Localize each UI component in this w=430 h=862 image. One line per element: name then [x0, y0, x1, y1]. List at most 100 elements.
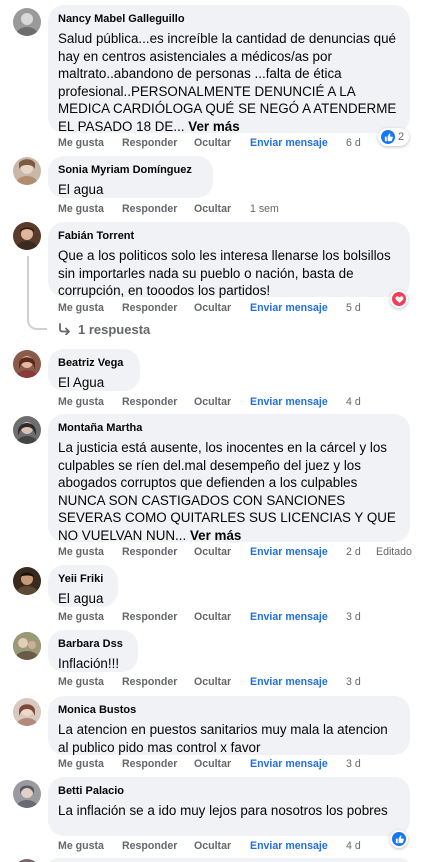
read-more-link[interactable]: Ver más [188, 119, 239, 134]
avatar[interactable] [13, 780, 41, 808]
comment-text: La inflación se a ido muy lejos para nos… [58, 803, 388, 818]
reply-button[interactable]: Responder [122, 203, 177, 215]
hide-button[interactable]: Ocultar [194, 546, 231, 558]
comment-bubble: Sonia Myriam Domínguez El agua [48, 156, 213, 198]
comment-timestamp[interactable]: 4 d [346, 840, 361, 852]
send-message-button[interactable]: Enviar mensaje [250, 546, 328, 558]
comment-timestamp[interactable]: 1 sem [250, 203, 279, 215]
comment-author[interactable]: Montaña Martha [58, 421, 400, 435]
like-button[interactable]: Me gusta [58, 840, 104, 852]
send-message-button[interactable]: Enviar mensaje [250, 840, 328, 852]
reply-button[interactable]: Responder [122, 396, 177, 408]
avatar-image [16, 422, 38, 444]
comment-timestamp[interactable]: 5 d [346, 302, 361, 314]
comment-text: Inflación!!! [58, 656, 120, 671]
avatar[interactable] [13, 350, 41, 378]
avatar[interactable] [13, 222, 41, 250]
comment-timestamp[interactable]: 4 d [346, 396, 361, 408]
reaction-count: 2 [398, 131, 405, 143]
like-button[interactable]: Me gusta [58, 203, 104, 215]
like-icon [392, 832, 406, 846]
reply-button[interactable]: Responder [122, 137, 177, 149]
avatar[interactable] [13, 632, 41, 660]
comment-author[interactable]: Sonia Myriam Domínguez [58, 163, 203, 177]
reply-button[interactable]: Responder [122, 840, 177, 852]
reply-button[interactable]: Responder [122, 758, 177, 770]
comment-text: Que a los politicos solo les interesa ll… [58, 248, 391, 298]
comment-text: La atencion en puestos sanitarios muy ma… [58, 722, 388, 755]
comment-timestamp[interactable]: 3 d [346, 758, 361, 770]
comment-author[interactable]: Monica Bustos [58, 703, 400, 717]
send-message-button[interactable]: Enviar mensaje [250, 396, 328, 408]
comment-author[interactable]: Yeii Friki [58, 572, 108, 586]
comment-timestamp[interactable]: 3 d [346, 676, 361, 688]
comment-author[interactable]: Fabián Torrent [58, 229, 400, 243]
comment-text: Salud pública...es increíble la cantidad… [58, 31, 397, 134]
comment-author[interactable]: Beatriz Vega [58, 356, 130, 370]
comment-text: El agua [58, 591, 104, 606]
comment-bubble-partial [48, 858, 410, 862]
avatar-image [16, 785, 38, 808]
like-button[interactable]: Me gusta [58, 546, 104, 558]
comment-text: El Agua [58, 375, 105, 390]
view-replies-link[interactable]: 1 respuesta [58, 322, 150, 338]
comment-bubble: Betti Palacio La inflación se a ido muy … [48, 777, 410, 836]
comment-bubble: Fabián Torrent Que a los politicos solo … [48, 222, 410, 298]
comment-bubble: Barbara Dss Inflación!!! [48, 630, 138, 672]
reaction-badge[interactable]: 2 [378, 128, 410, 146]
avatar[interactable] [13, 157, 41, 185]
avatar[interactable] [13, 698, 41, 726]
reply-button[interactable]: Responder [122, 546, 177, 558]
reply-arrow-icon [58, 323, 72, 338]
like-icon [381, 130, 395, 144]
comment-author[interactable]: Barbara Dss [58, 637, 128, 651]
reply-button[interactable]: Responder [122, 676, 177, 688]
avatar-image [16, 572, 38, 595]
avatar-image [16, 704, 38, 726]
comment-bubble: Nancy Mabel Galleguillo Salud pública...… [48, 5, 410, 134]
reaction-badge[interactable] [390, 830, 408, 848]
avatar-image [16, 13, 38, 36]
comment-author[interactable]: Nancy Mabel Galleguillo [58, 12, 400, 26]
send-message-button[interactable]: Enviar mensaje [250, 137, 328, 149]
hide-button[interactable]: Ocultar [194, 302, 231, 314]
edited-label: Editado [376, 546, 412, 558]
reaction-badge[interactable] [390, 290, 408, 308]
thread-connector [27, 256, 47, 330]
avatar[interactable] [13, 567, 41, 595]
read-more-link[interactable]: Ver más [190, 528, 241, 543]
like-button[interactable]: Me gusta [58, 137, 104, 149]
send-message-button[interactable]: Enviar mensaje [250, 758, 328, 770]
like-button[interactable]: Me gusta [58, 302, 104, 314]
send-message-button[interactable]: Enviar mensaje [250, 611, 328, 623]
avatar[interactable] [13, 8, 41, 36]
like-button[interactable]: Me gusta [58, 396, 104, 408]
avatar[interactable] [13, 416, 41, 444]
comment-bubble: Monica Bustos La atencion en puestos san… [48, 696, 410, 755]
comment-timestamp[interactable]: 2 d [346, 546, 361, 558]
like-button[interactable]: Me gusta [58, 676, 104, 688]
avatar-image [16, 356, 38, 378]
comment-timestamp[interactable]: 6 d [346, 137, 361, 149]
send-message-button[interactable]: Enviar mensaje [250, 676, 328, 688]
hide-button[interactable]: Ocultar [194, 611, 231, 623]
hide-button[interactable]: Ocultar [194, 758, 231, 770]
send-message-button[interactable]: Enviar mensaje [250, 302, 328, 314]
reply-button[interactable]: Responder [122, 302, 177, 314]
like-button[interactable]: Me gusta [58, 758, 104, 770]
hide-button[interactable]: Ocultar [194, 676, 231, 688]
comment-author[interactable]: Betti Palacio [58, 784, 400, 798]
avatar-image [16, 159, 38, 185]
hide-button[interactable]: Ocultar [194, 137, 231, 149]
hide-button[interactable]: Ocultar [194, 840, 231, 852]
like-button[interactable]: Me gusta [58, 611, 104, 623]
comment-text: El agua [58, 182, 104, 197]
replies-count-label: 1 respuesta [78, 322, 151, 337]
avatar-image [16, 227, 38, 250]
comment-bubble: Yeii Friki El agua [48, 565, 118, 607]
hide-button[interactable]: Ocultar [194, 203, 231, 215]
hide-button[interactable]: Ocultar [194, 396, 231, 408]
reply-button[interactable]: Responder [122, 611, 177, 623]
comment-timestamp[interactable]: 3 d [346, 611, 361, 623]
avatar-image [13, 632, 41, 660]
